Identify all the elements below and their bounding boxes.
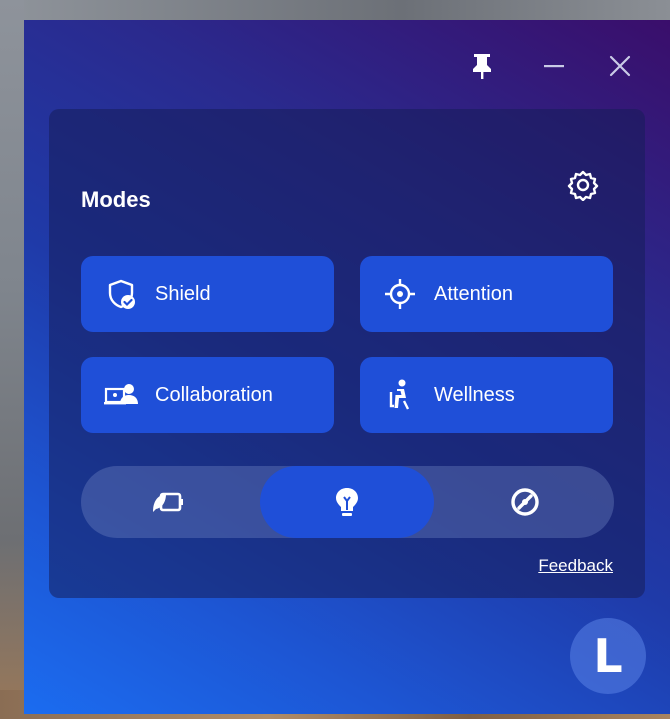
- panel-title: Modes: [81, 187, 151, 212]
- close-icon: [609, 55, 631, 77]
- shield-mode-label: Shield: [155, 282, 211, 305]
- collaboration-mode-button[interactable]: Collaboration: [81, 357, 334, 433]
- shield-check-icon: [101, 274, 141, 314]
- seated-person-icon: [380, 375, 420, 415]
- pin-icon: [473, 54, 491, 79]
- collaboration-icon: [101, 375, 141, 415]
- attention-mode-label: Attention: [434, 282, 513, 305]
- desktop-background-left: [0, 0, 24, 719]
- gear-icon: [567, 170, 599, 201]
- power-mode-battery-saver[interactable]: [81, 466, 255, 538]
- wellness-mode-button[interactable]: Wellness: [360, 357, 613, 433]
- shield-mode-button[interactable]: Shield: [81, 256, 334, 332]
- modes-window: Modes Shield Attention Collaboration Wel…: [24, 20, 670, 714]
- power-mode-balanced[interactable]: [260, 466, 434, 538]
- wellness-mode-label: Wellness: [434, 383, 515, 406]
- modes-panel: Modes Shield Attention Collaboration Wel…: [49, 109, 645, 598]
- collaboration-mode-label: Collaboration: [155, 383, 273, 406]
- battery-saver-icon: [153, 492, 183, 512]
- power-mode-performance[interactable]: [438, 466, 612, 538]
- minimize-button[interactable]: [536, 48, 572, 84]
- lightbulb-icon: [336, 488, 358, 516]
- power-mode-selector: [81, 466, 614, 538]
- brand-logo: L: [570, 618, 646, 694]
- settings-button[interactable]: [561, 163, 605, 207]
- attention-mode-button[interactable]: Attention: [360, 256, 613, 332]
- performance-gauge-icon: [511, 488, 539, 516]
- pin-button[interactable]: [464, 48, 500, 84]
- feedback-link[interactable]: Feedback: [538, 556, 613, 576]
- minimize-icon: [544, 65, 564, 68]
- desktop-background-top: [0, 0, 670, 20]
- crosshair-icon: [380, 274, 420, 314]
- close-button[interactable]: [602, 48, 638, 84]
